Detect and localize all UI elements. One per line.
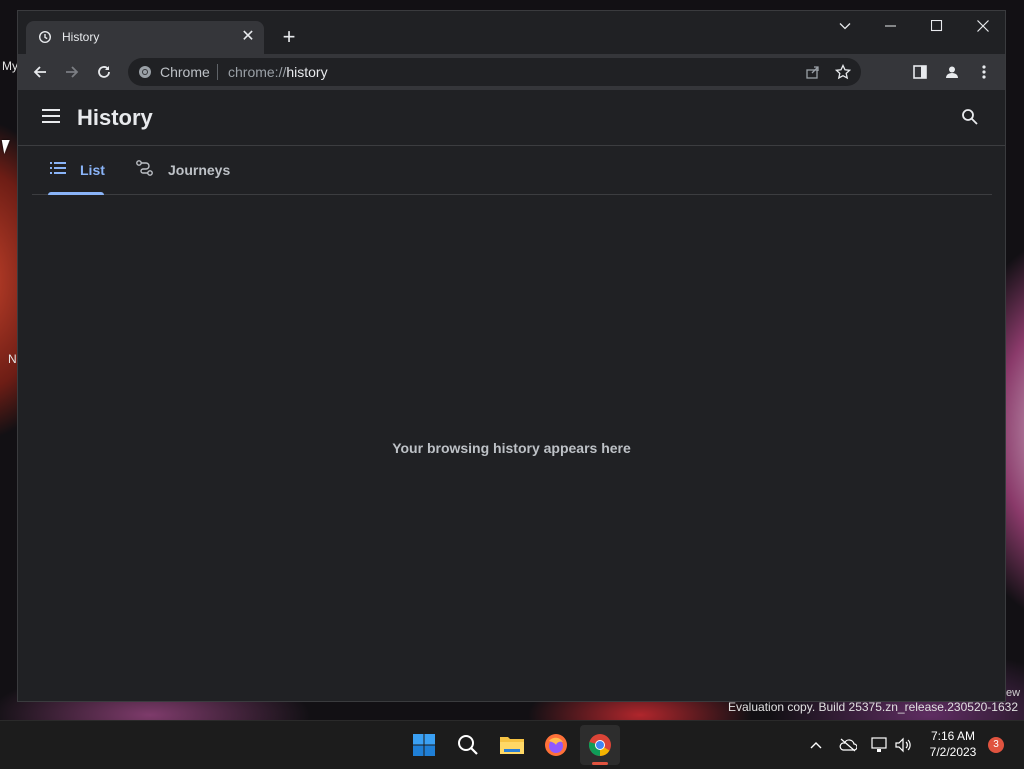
empty-history-message: Your browsing history appears here bbox=[392, 440, 631, 456]
site-chip-label: Chrome bbox=[160, 64, 210, 80]
watermark-fragment: ew bbox=[1006, 687, 1021, 699]
omnibox-separator bbox=[217, 64, 218, 80]
close-icon[interactable] bbox=[960, 11, 1006, 41]
desktop-icon-label[interactable]: My bbox=[2, 59, 18, 73]
close-icon[interactable]: ✕ bbox=[238, 27, 258, 47]
desktop-icon-label[interactable]: N bbox=[8, 352, 17, 366]
journeys-icon bbox=[136, 159, 154, 181]
history-page: History List Journeys Your browsing hist… bbox=[18, 90, 1005, 701]
url-text[interactable]: chrome://history bbox=[228, 64, 328, 80]
network-icon[interactable] bbox=[870, 735, 890, 755]
forward-icon[interactable] bbox=[59, 59, 85, 85]
profile-icon[interactable] bbox=[939, 59, 965, 85]
search-icon[interactable] bbox=[448, 725, 488, 765]
tab-journeys[interactable]: Journeys bbox=[136, 146, 230, 194]
url-host: history bbox=[286, 64, 328, 80]
share-icon[interactable] bbox=[805, 64, 821, 80]
file-explorer-icon[interactable] bbox=[492, 725, 532, 765]
tab-list-label: List bbox=[80, 162, 105, 178]
taskbar: 7:16 AM 7/2/2023 3 bbox=[0, 720, 1024, 769]
more-vert-icon[interactable] bbox=[971, 59, 997, 85]
notification-badge[interactable]: 3 bbox=[988, 737, 1004, 753]
address-bar[interactable]: Chrome chrome://history bbox=[128, 58, 861, 86]
tab-journeys-label: Journeys bbox=[168, 162, 231, 178]
firefox-icon[interactable] bbox=[536, 725, 576, 765]
menu-icon[interactable] bbox=[42, 109, 62, 125]
chevron-up-icon[interactable] bbox=[806, 735, 826, 755]
browser-toolbar: Chrome chrome://history bbox=[18, 54, 1005, 90]
active-app-indicator bbox=[592, 762, 608, 765]
reload-icon[interactable] bbox=[91, 59, 117, 85]
tab-strip: History ✕ + bbox=[18, 11, 1005, 54]
clock-date: 7/2/2023 bbox=[929, 745, 977, 759]
history-header: History bbox=[18, 90, 1005, 146]
bookmark-star-icon[interactable] bbox=[834, 63, 852, 80]
side-panel-icon[interactable] bbox=[907, 59, 933, 85]
taskbar-clock[interactable]: 7:16 AM 7/2/2023 bbox=[920, 728, 986, 760]
evaluation-watermark: Evaluation copy. Build 25375.zn_release.… bbox=[728, 700, 1018, 714]
chevron-down-icon[interactable] bbox=[822, 11, 868, 41]
page-title: History bbox=[77, 105, 153, 130]
tab-list[interactable]: List bbox=[50, 146, 105, 194]
history-icon bbox=[38, 30, 52, 44]
search-icon[interactable] bbox=[961, 108, 981, 128]
start-icon[interactable] bbox=[404, 725, 444, 765]
volume-icon[interactable] bbox=[893, 735, 913, 755]
chrome-logo-icon bbox=[138, 65, 152, 79]
minimize-icon[interactable] bbox=[868, 11, 914, 41]
clock-time: 7:16 AM bbox=[930, 729, 976, 743]
chrome-window: History ✕ + Chrome chrome://history Hist… bbox=[17, 10, 1006, 702]
url-scheme: chrome:// bbox=[228, 64, 287, 80]
selected-tab-indicator bbox=[48, 192, 104, 195]
chrome-icon[interactable] bbox=[580, 725, 620, 765]
list-icon bbox=[50, 161, 66, 179]
maximize-icon[interactable] bbox=[914, 11, 960, 41]
history-tabs: List Journeys bbox=[32, 146, 992, 195]
plus-icon[interactable]: + bbox=[277, 26, 301, 50]
back-icon[interactable] bbox=[27, 59, 53, 85]
tab-history[interactable]: History ✕ bbox=[26, 21, 264, 54]
tab-title: History bbox=[62, 30, 100, 44]
onedrive-offline-icon[interactable] bbox=[838, 735, 858, 755]
